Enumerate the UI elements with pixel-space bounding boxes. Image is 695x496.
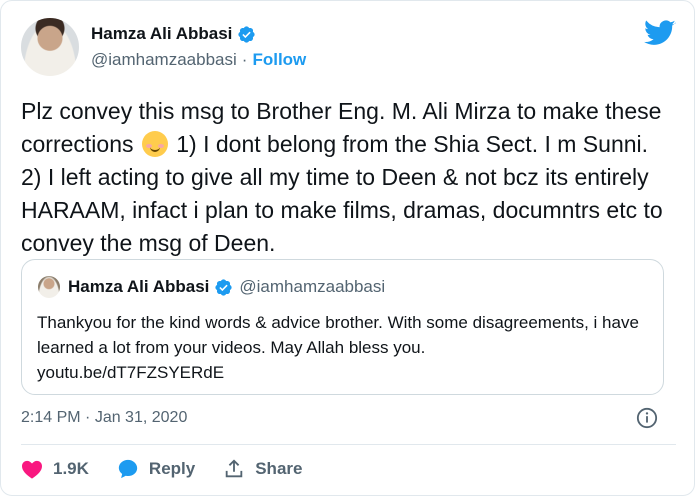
tweet-time: 2:14 PM [21, 409, 81, 426]
reply-button[interactable]: Reply [117, 458, 195, 480]
quoted-tweet-link[interactable]: youtu.be/dT7FZSYERdE [37, 360, 652, 385]
author-handle[interactable]: @iamhamzaabbasi [91, 50, 237, 70]
quoted-tweet-body: Thankyou for the kind words & advice bro… [37, 310, 652, 385]
heart-icon [22, 460, 42, 479]
tweet-body: Plz convey this msg to Brother Eng. M. A… [21, 95, 671, 260]
tweet-timestamp[interactable]: 2:14 PM · Jan 31, 2020 [21, 409, 187, 427]
quoted-author-display-name: Hamza Ali Abbasi [68, 277, 210, 296]
quoted-tweet-header: Hamza Ali Abbasi @iamhamzaabbasi [68, 277, 385, 297]
author-name-row: Hamza Ali Abbasi [91, 24, 256, 44]
share-label: Share [255, 459, 303, 478]
follow-button[interactable]: Follow [252, 50, 306, 70]
quoted-author-avatar [38, 276, 60, 298]
tweet-date: Jan 31, 2020 [94, 409, 188, 426]
handle-separator: · [241, 50, 248, 69]
like-count: 1.9K [53, 459, 89, 478]
tweet-card: Hamza Ali Abbasi @iamhamzaabbasi · Follo… [0, 0, 695, 496]
smiling-face-emoji-icon [141, 131, 168, 157]
author-display-name[interactable]: Hamza Ali Abbasi [91, 24, 232, 44]
quoted-tweet[interactable]: Hamza Ali Abbasi @iamhamzaabbasi Thankyo… [21, 259, 664, 395]
tweet-actions: 1.9K Reply Share [21, 458, 330, 480]
quoted-author-handle: @iamhamzaabbasi [239, 277, 386, 296]
actions-divider [21, 444, 676, 445]
timestamp-separator: · [80, 409, 95, 426]
share-button[interactable]: Share [223, 458, 302, 480]
author-handle-row: @iamhamzaabbasi · Follow [91, 50, 306, 70]
quoted-tweet-text: Thankyou for the kind words & advice bro… [37, 313, 639, 357]
twitter-bird-icon[interactable] [644, 20, 676, 47]
tweet-header: Hamza Ali Abbasi @iamhamzaabbasi · Follo… [21, 18, 676, 78]
verified-badge-icon [215, 278, 233, 296]
like-button[interactable]: 1.9K [21, 459, 89, 479]
speech-bubble-icon [118, 459, 138, 479]
share-upload-icon [225, 459, 243, 478]
info-circle-icon[interactable] [636, 407, 658, 429]
reply-label: Reply [148, 459, 196, 478]
verified-badge-icon [238, 25, 256, 43]
author-avatar[interactable] [21, 18, 79, 76]
